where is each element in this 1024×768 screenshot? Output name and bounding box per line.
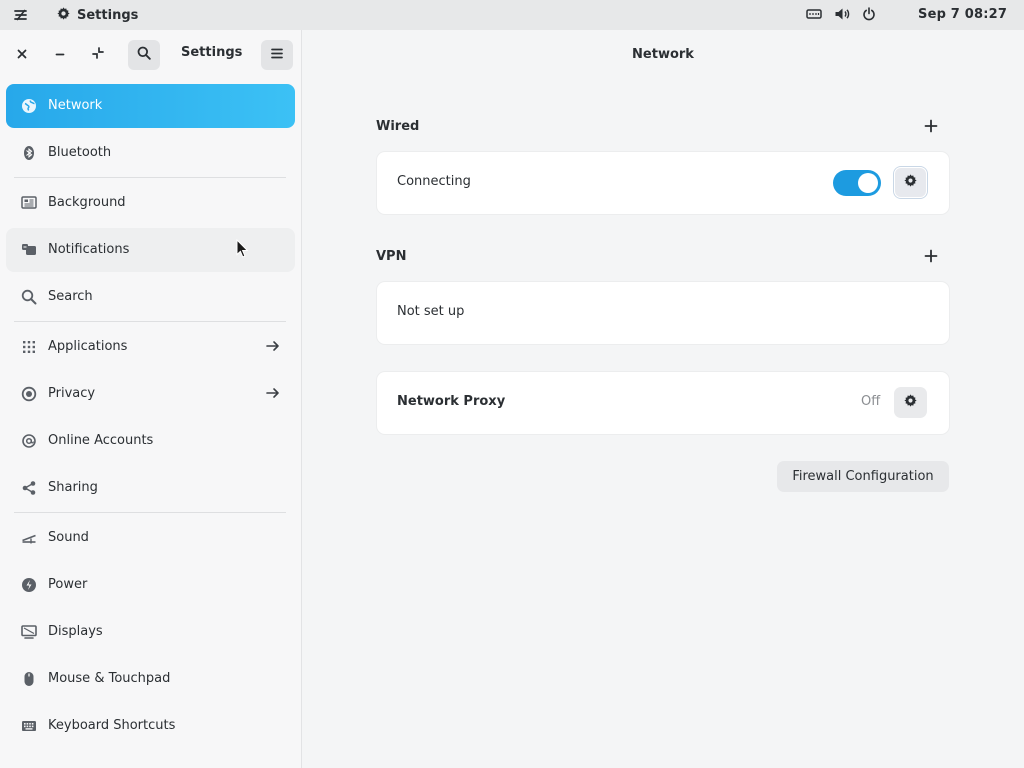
- privacy-icon: [20, 385, 38, 403]
- sidebar: Settings Network Bluetooth Background No…: [0, 30, 302, 768]
- gear-icon: [903, 393, 918, 412]
- divider: [14, 512, 286, 513]
- window-title[interactable]: Settings: [56, 6, 138, 25]
- close-button[interactable]: [6, 40, 38, 70]
- vpn-row: Not set up: [377, 282, 949, 344]
- gear-icon: [903, 173, 918, 192]
- sidebar-item-sharing[interactable]: Sharing: [6, 466, 295, 510]
- sidebar-title: Settings: [181, 45, 243, 60]
- network-wired-icon[interactable]: [806, 7, 822, 25]
- sidebar-header: Settings: [0, 30, 301, 78]
- wired-toggle[interactable]: [833, 170, 881, 196]
- search-icon: [20, 288, 38, 306]
- system-menu-icon[interactable]: [12, 7, 30, 23]
- sidebar-item-label: Privacy: [48, 386, 96, 401]
- wired-status: Connecting: [397, 174, 471, 189]
- restore-icon: [92, 47, 104, 63]
- sidebar-item-label: Sharing: [48, 480, 98, 495]
- gear-icon: [56, 6, 71, 25]
- add-wired-button[interactable]: [924, 119, 940, 135]
- power-icon: [20, 576, 38, 594]
- wired-settings-button[interactable]: [894, 167, 927, 198]
- sidebar-item-keyboard-shortcuts[interactable]: Keyboard Shortcuts: [6, 704, 295, 748]
- add-vpn-button[interactable]: [924, 249, 940, 265]
- sidebar-item-label: Bluetooth: [48, 145, 112, 160]
- sidebar-item-bluetooth[interactable]: Bluetooth: [6, 131, 295, 175]
- sidebar-item-notifications[interactable]: Notifications: [6, 228, 295, 272]
- sidebar-item-search[interactable]: Search: [6, 275, 295, 319]
- power-icon[interactable]: [862, 7, 876, 25]
- sidebar-item-label: Notifications: [48, 242, 130, 257]
- search-button[interactable]: [128, 40, 160, 70]
- sidebar-item-power[interactable]: Power: [6, 563, 295, 607]
- mouse-cursor-icon: [236, 238, 249, 259]
- sidebar-item-online-accounts[interactable]: Online Accounts: [6, 419, 295, 463]
- clock[interactable]: Sep 7 08:27: [918, 7, 1007, 22]
- sound-icon: [20, 529, 38, 547]
- network-proxy-settings-button[interactable]: [894, 387, 927, 418]
- notifications-icon: [20, 241, 38, 259]
- sidebar-item-sound[interactable]: Sound: [6, 516, 295, 560]
- minimize-icon: [55, 48, 65, 63]
- sidebar-item-label: Sound: [48, 530, 89, 545]
- sidebar-item-label: Network: [48, 98, 103, 113]
- sidebar-item-label: Search: [48, 289, 93, 304]
- plus-icon: [924, 249, 938, 267]
- sidebar-item-label: Keyboard Shortcuts: [48, 718, 176, 733]
- sidebar-item-background[interactable]: Background: [6, 181, 295, 225]
- firewall-configuration-button[interactable]: Firewall Configuration: [777, 461, 949, 492]
- online-accounts-icon: [20, 432, 38, 450]
- vpn-section-title: VPN: [376, 249, 407, 264]
- sidebar-item-privacy[interactable]: Privacy: [6, 372, 295, 416]
- hamburger-menu-icon: [271, 48, 283, 63]
- applications-icon: [20, 338, 38, 356]
- sidebar-item-mouse-touchpad[interactable]: Mouse & Touchpad: [6, 657, 295, 701]
- divider: [14, 177, 286, 178]
- sidebar-item-label: Applications: [48, 339, 128, 354]
- keyboard-icon: [20, 717, 38, 735]
- sidebar-item-label: Displays: [48, 624, 103, 639]
- search-icon: [137, 46, 151, 64]
- page-title: Network: [632, 47, 694, 62]
- vpn-empty-text: Not set up: [397, 304, 465, 319]
- close-icon: [17, 48, 27, 63]
- arrow-right-icon: [265, 385, 283, 403]
- sidebar-item-label: Background: [48, 195, 126, 210]
- main-menu-button[interactable]: [261, 40, 293, 70]
- background-icon: [20, 194, 38, 212]
- system-tray[interactable]: [806, 7, 876, 25]
- displays-icon: [20, 623, 38, 641]
- network-proxy-label: Network Proxy: [397, 394, 506, 409]
- window-title-label: Settings: [77, 8, 139, 23]
- sidebar-item-applications[interactable]: Applications: [6, 325, 295, 369]
- wired-connection-row: Connecting: [377, 152, 949, 214]
- network-icon: [20, 97, 38, 115]
- sharing-icon: [20, 479, 38, 497]
- sidebar-item-network[interactable]: Network: [6, 84, 295, 128]
- network-proxy-status: Off: [861, 394, 881, 409]
- volume-icon[interactable]: [834, 7, 850, 25]
- arrow-right-icon: [265, 338, 283, 356]
- restore-button[interactable]: [82, 40, 114, 70]
- bluetooth-icon: [20, 144, 38, 162]
- mouse-icon: [20, 670, 38, 688]
- top-bar: Settings Sep 7 08:27: [0, 0, 1024, 30]
- minimize-button[interactable]: [44, 40, 76, 70]
- plus-icon: [924, 119, 938, 137]
- main-panel: Network Wired Connecting VPN Not set up …: [302, 30, 1024, 768]
- sidebar-item-label: Power: [48, 577, 88, 592]
- sidebar-item-label: Online Accounts: [48, 433, 154, 448]
- network-proxy-row[interactable]: Network Proxy Off: [377, 372, 949, 434]
- sidebar-item-label: Mouse & Touchpad: [48, 671, 171, 686]
- wired-section-title: Wired: [376, 119, 420, 134]
- divider: [14, 321, 286, 322]
- sidebar-item-displays[interactable]: Displays: [6, 610, 295, 654]
